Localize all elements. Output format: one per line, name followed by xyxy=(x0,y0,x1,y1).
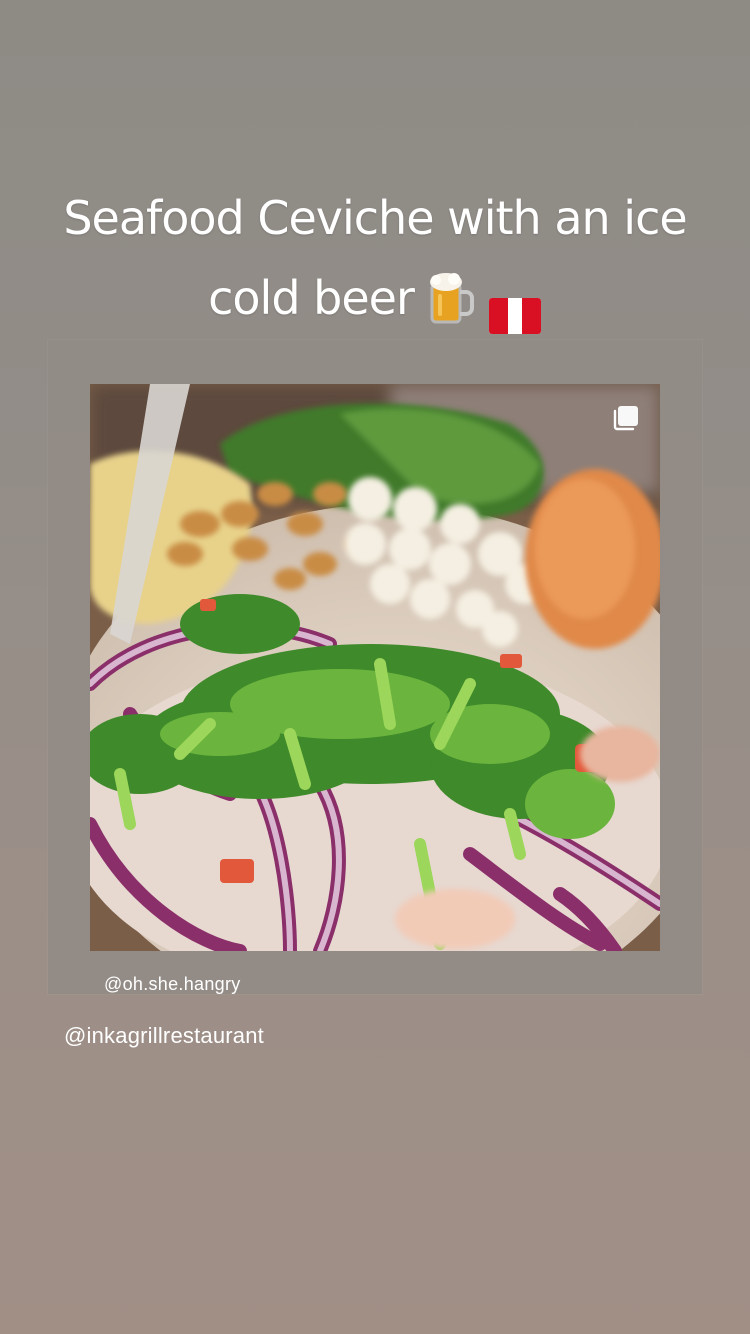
caption-line-2-row: cold beer xyxy=(40,258,710,338)
restaurant-mention-tag[interactable]: @inkagrillrestaurant xyxy=(64,1022,264,1050)
beer-mug-icon xyxy=(428,270,474,326)
shared-post-card[interactable]: @oh.she.hangry xyxy=(48,340,702,994)
caption-line-2: cold beer xyxy=(208,271,415,325)
story-caption: Seafood Ceviche with an ice cold beer xyxy=(40,178,710,338)
peru-flag-icon xyxy=(488,279,542,334)
caption-line-1: Seafood Ceviche with an ice xyxy=(63,191,687,245)
ceviche-photo[interactable] xyxy=(90,384,660,951)
multiple-posts-icon xyxy=(612,404,640,432)
post-author-handle[interactable]: @oh.she.hangry xyxy=(104,974,241,994)
